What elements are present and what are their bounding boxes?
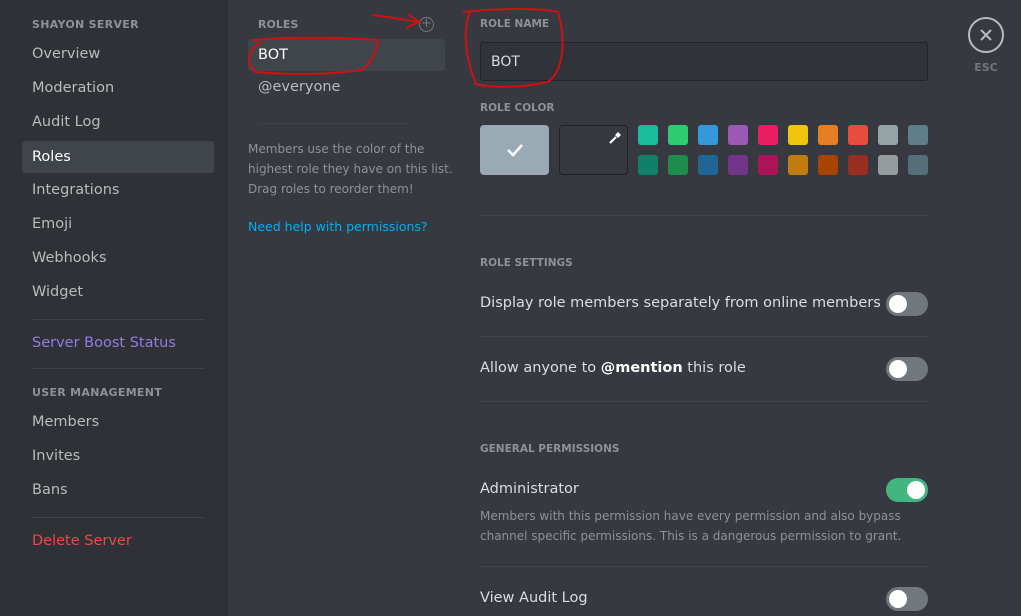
- role-item-everyone[interactable]: @everyone: [248, 71, 445, 103]
- color-swatch[interactable]: [818, 155, 838, 175]
- color-swatch[interactable]: [908, 155, 928, 175]
- toggle-knob: [889, 360, 907, 378]
- sidebar-divider: [32, 319, 204, 320]
- mention-label: Allow anyone to @mention this role: [480, 360, 746, 376]
- sidebar-item-roles[interactable]: Roles: [22, 141, 214, 173]
- administrator-toggle[interactable]: [886, 478, 928, 502]
- user-management-header: USER MANAGEMENT: [32, 386, 163, 399]
- roles-header: ROLES: [258, 18, 299, 31]
- setting-divider: [480, 566, 928, 567]
- mention-toggle[interactable]: [886, 357, 928, 381]
- sidebar-item-overview[interactable]: Overview: [22, 38, 214, 70]
- color-swatch[interactable]: [908, 125, 928, 145]
- sidebar-divider: [32, 368, 204, 369]
- permissions-help-link[interactable]: Need help with permissions?: [248, 219, 428, 234]
- toggle-knob: [889, 590, 907, 608]
- color-swatch[interactable]: [638, 155, 658, 175]
- display-separately-label: Display role members separately from onl…: [480, 295, 881, 311]
- mention-label-suffix: this role: [682, 360, 746, 376]
- view-audit-log-toggle[interactable]: [886, 587, 928, 611]
- display-separately-toggle[interactable]: [886, 292, 928, 316]
- default-color-swatch[interactable]: [480, 125, 549, 175]
- eyedropper-icon: [609, 132, 621, 144]
- sidebar-item-audit-log[interactable]: Audit Log: [22, 106, 214, 138]
- color-swatch[interactable]: [728, 155, 748, 175]
- server-name-header: SHAYON SERVER: [32, 18, 139, 31]
- section-divider: [480, 215, 928, 216]
- color-swatch[interactable]: [848, 125, 868, 145]
- setting-divider: [480, 401, 928, 402]
- checkmark-icon: [507, 144, 523, 157]
- sidebar-item-integrations[interactable]: Integrations: [22, 174, 214, 206]
- close-button[interactable]: [968, 17, 1004, 53]
- color-swatch[interactable]: [728, 125, 748, 145]
- roles-divider: [258, 123, 409, 124]
- color-swatch[interactable]: [698, 155, 718, 175]
- administrator-description: Members with this permission have every …: [480, 509, 902, 543]
- color-swatch[interactable]: [788, 125, 808, 145]
- role-name-label: ROLE NAME: [480, 18, 550, 30]
- color-swatch[interactable]: [668, 155, 688, 175]
- sidebar-item-widget[interactable]: Widget: [22, 276, 214, 308]
- mention-label-prefix: Allow anyone to: [480, 360, 601, 376]
- sidebar-divider: [32, 517, 204, 518]
- color-swatch[interactable]: [848, 155, 868, 175]
- role-item-bot[interactable]: BOT: [248, 39, 445, 71]
- role-color-label: ROLE COLOR: [480, 102, 555, 114]
- roles-help-text: Members use the color of the highest rol…: [248, 142, 453, 196]
- toggle-knob: [889, 295, 907, 313]
- sidebar-item-server-boost[interactable]: Server Boost Status: [22, 327, 214, 359]
- esc-label: ESC: [974, 61, 998, 74]
- sidebar-item-moderation[interactable]: Moderation: [22, 72, 214, 104]
- color-swatch[interactable]: [878, 125, 898, 145]
- role-settings-label: ROLE SETTINGS: [480, 257, 573, 269]
- color-swatch[interactable]: [878, 155, 898, 175]
- color-swatch[interactable]: [638, 125, 658, 145]
- sidebar-item-members[interactable]: Members: [22, 406, 214, 438]
- plus-circle-icon: +: [421, 16, 432, 31]
- mention-label-bold: @mention: [600, 360, 683, 376]
- administrator-label: Administrator: [480, 481, 579, 497]
- color-swatch[interactable]: [818, 125, 838, 145]
- custom-color-picker[interactable]: [559, 125, 628, 175]
- toggle-knob: [907, 481, 925, 499]
- color-swatch[interactable]: [758, 155, 778, 175]
- sidebar-item-bans[interactable]: Bans: [22, 474, 214, 506]
- view-audit-log-label: View Audit Log: [480, 590, 588, 606]
- role-name-input[interactable]: BOT: [480, 42, 928, 81]
- color-swatch[interactable]: [758, 125, 778, 145]
- settings-sidebar: SHAYON SERVER Overview Moderation Audit …: [0, 0, 228, 616]
- color-swatch[interactable]: [668, 125, 688, 145]
- close-icon: [980, 29, 992, 41]
- sidebar-item-invites[interactable]: Invites: [22, 440, 214, 472]
- sidebar-item-emoji[interactable]: Emoji: [22, 208, 214, 240]
- color-swatch[interactable]: [788, 155, 808, 175]
- sidebar-item-delete-server[interactable]: Delete Server: [22, 525, 214, 557]
- setting-divider: [480, 336, 928, 337]
- general-permissions-label: GENERAL PERMISSIONS: [480, 443, 620, 455]
- color-swatch[interactable]: [698, 125, 718, 145]
- add-role-button[interactable]: +: [419, 17, 434, 32]
- sidebar-item-webhooks[interactable]: Webhooks: [22, 242, 214, 274]
